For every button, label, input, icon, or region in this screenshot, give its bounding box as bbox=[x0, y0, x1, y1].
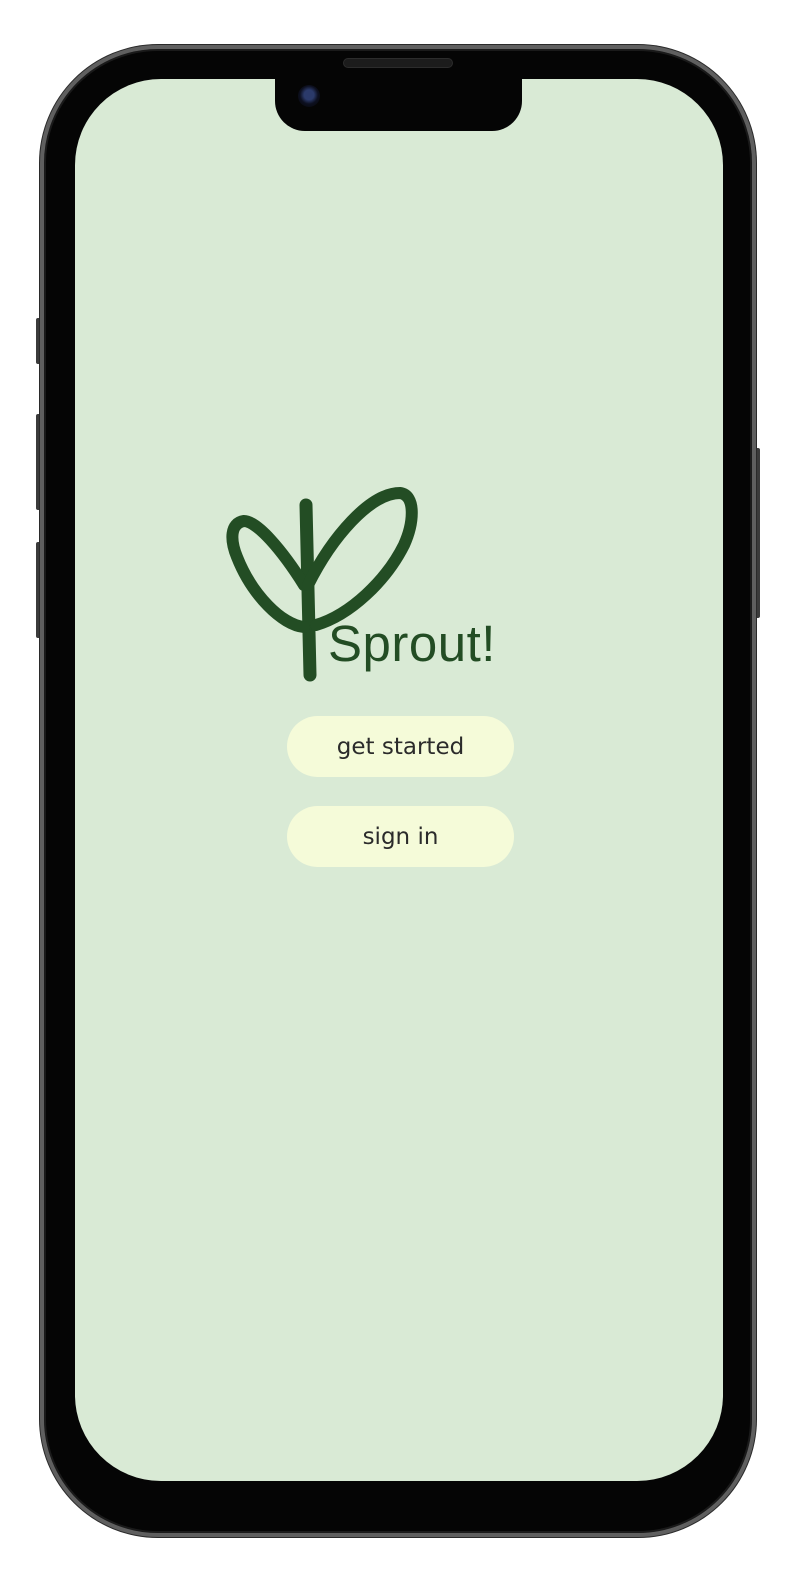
earpiece-speaker bbox=[343, 58, 453, 68]
get-started-button[interactable]: get started bbox=[287, 716, 514, 777]
front-camera bbox=[298, 85, 320, 107]
app-title: Sprout! bbox=[328, 615, 496, 672]
sign-in-button[interactable]: sign in bbox=[287, 806, 514, 867]
phone-screen bbox=[75, 79, 723, 1481]
